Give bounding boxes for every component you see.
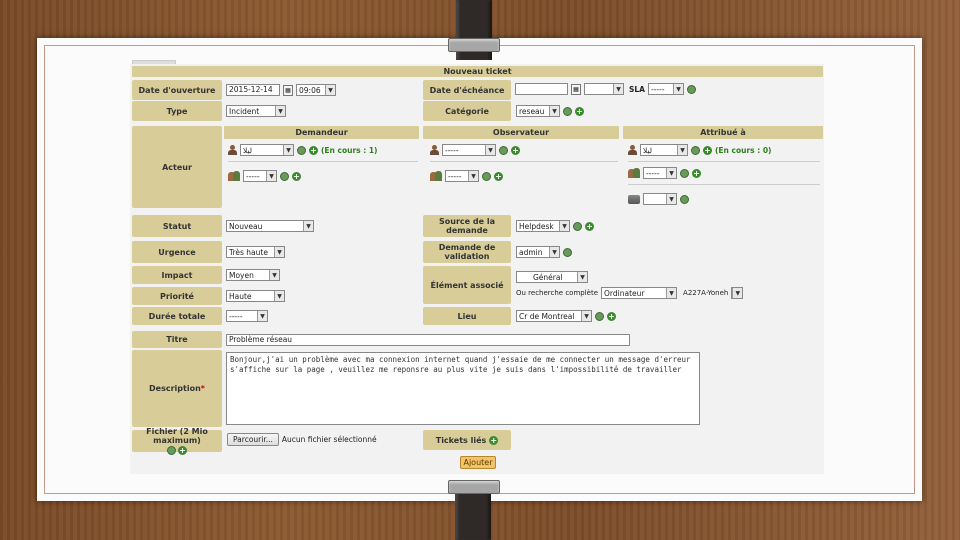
element-general-select[interactable]: Général ▼ [516, 271, 588, 283]
status-label: Statut [132, 215, 222, 237]
description-label: Description * [132, 350, 222, 427]
validation-select[interactable]: admin ▼ [516, 246, 560, 258]
search-icon[interactable] [687, 84, 696, 94]
calendar-icon[interactable]: ▦ [283, 84, 293, 96]
search-icon[interactable] [280, 171, 289, 181]
add-icon[interactable]: + [292, 171, 301, 181]
buckle-top [448, 38, 500, 52]
submit-button[interactable]: Ajouter [460, 456, 496, 469]
observer-user-select[interactable]: ----- ▼ [442, 144, 496, 156]
group-icon [430, 171, 442, 181]
linked-tickets-label: Tickets liés + [423, 430, 511, 450]
requester-user-select[interactable]: ليلا ▼ [240, 144, 294, 156]
ticket-title-input[interactable]: Problème réseau [226, 334, 630, 346]
location-label: Lieu [423, 307, 511, 325]
form-title: Nouveau ticket [132, 66, 823, 77]
type-select[interactable]: Incident ▼ [226, 105, 286, 117]
add-icon[interactable]: + [575, 106, 584, 116]
validation-label: Demande de validation [423, 241, 511, 263]
priority-label: Priorité [132, 287, 222, 305]
requester-group-select[interactable]: ----- ▼ [243, 170, 277, 182]
search-icon[interactable] [167, 446, 176, 455]
calendar-icon[interactable]: ▦ [571, 83, 581, 95]
assigned-header: Attribué à [623, 126, 823, 139]
file-label: Fichier (2 Mio maximum) + [132, 427, 222, 455]
due-date-input[interactable] [515, 83, 568, 95]
search-icon[interactable] [563, 106, 572, 116]
opening-time-select[interactable]: 09:06 ▼ [296, 84, 336, 96]
group-icon [228, 171, 240, 181]
search-icon[interactable] [297, 145, 306, 155]
actor-label: Acteur [132, 126, 222, 208]
priority-select[interactable]: Haute ▼ [226, 290, 285, 302]
opening-date-label: Date d'ouverture [132, 80, 222, 100]
element-item-select[interactable]: ▼ [731, 287, 744, 299]
location-select[interactable]: Cr de Montreal ▼ [516, 310, 592, 322]
requester-header: Demandeur [224, 126, 419, 139]
element-search-text: Ou recherche complète [516, 289, 599, 297]
add-icon[interactable]: + [494, 171, 503, 181]
ticket-title-label: Titre [132, 331, 222, 348]
browse-button[interactable]: Parcourir... [227, 433, 279, 446]
group-icon [628, 168, 640, 178]
observer-header: Observateur [423, 126, 619, 139]
add-icon[interactable]: + [489, 435, 499, 445]
search-icon[interactable] [499, 145, 508, 155]
status-select[interactable]: Nouveau ▼ [226, 220, 314, 232]
add-icon[interactable]: + [178, 446, 187, 455]
assigned-user-select[interactable]: ليلا ▼ [640, 144, 688, 156]
search-icon[interactable] [680, 194, 689, 204]
add-icon[interactable]: + [703, 145, 712, 155]
duration-label: Durée totale [132, 307, 222, 325]
urgency-select[interactable]: Très haute ▼ [226, 246, 285, 258]
due-date-field: ▦ ▼ SLA ----- ▼ [515, 83, 696, 95]
search-icon[interactable] [595, 311, 604, 321]
impact-label: Impact [132, 266, 222, 284]
user-icon [228, 145, 237, 155]
assigned-count: (En cours : 0) [715, 145, 772, 155]
due-time-select[interactable]: ▼ [584, 83, 624, 95]
type-label: Type [132, 101, 222, 121]
search-icon[interactable] [680, 168, 689, 178]
buckle-bottom [448, 480, 500, 494]
category-label: Catégorie [423, 101, 511, 121]
observer-group-select[interactable]: ----- ▼ [445, 170, 479, 182]
opening-date-input[interactable]: 2015-12-14 [226, 84, 280, 96]
add-icon[interactable]: + [585, 221, 594, 231]
category-select[interactable]: reseau ▼ [516, 105, 560, 117]
impact-select[interactable]: Moyen ▼ [226, 269, 280, 281]
search-icon[interactable] [573, 221, 582, 231]
source-label: Source de la demande [423, 215, 511, 237]
due-date-label: Date d'échéance [423, 80, 511, 100]
element-label: Élément associé [423, 266, 511, 304]
search-icon[interactable] [482, 171, 491, 181]
add-icon[interactable]: + [511, 145, 520, 155]
opening-date-field: 2015-12-14 ▦ 09:06 ▼ [226, 84, 336, 96]
add-icon[interactable]: + [692, 168, 701, 178]
sla-select[interactable]: ----- ▼ [648, 83, 684, 95]
required-mark: * [200, 384, 205, 393]
sla-label: SLA [629, 84, 645, 94]
element-item-text: A227A-Yoneh [683, 289, 729, 297]
requester-count: (En cours : 1) [321, 145, 378, 155]
search-icon[interactable] [563, 247, 572, 257]
urgency-label: Urgence [132, 241, 222, 263]
supplier-icon [628, 194, 640, 204]
add-icon[interactable]: + [607, 311, 616, 321]
no-file-text: Aucun fichier sélectionné [281, 435, 377, 444]
description-textarea[interactable]: Bonjour,j'ai un problème avec ma connexi… [226, 352, 700, 425]
assigned-supplier-select[interactable]: ▼ [643, 193, 677, 205]
duration-select[interactable]: ----- ▼ [226, 310, 268, 322]
user-icon [430, 145, 439, 155]
add-icon[interactable]: + [309, 145, 318, 155]
search-icon[interactable] [691, 145, 700, 155]
element-type-select[interactable]: Ordinateur ▼ [601, 287, 678, 299]
user-icon [628, 145, 637, 155]
assigned-group-select[interactable]: ----- ▼ [643, 167, 677, 179]
source-select[interactable]: Helpdesk ▼ [516, 220, 570, 232]
